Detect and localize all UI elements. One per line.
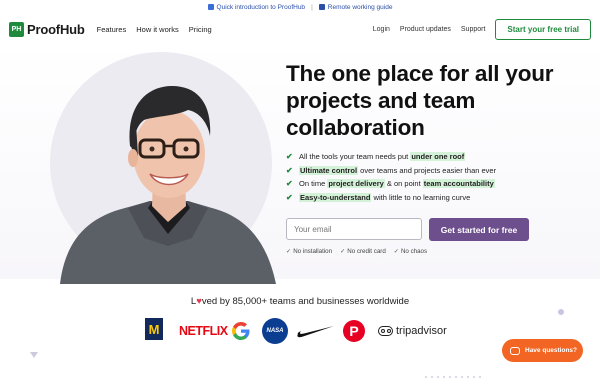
feature-text: Easy-to-understand with little to no lea… [299, 192, 471, 202]
announcement-bar: Quick introduction to ProofHub | Remote … [0, 0, 600, 14]
main-nav: PH ProofHub Features How it works Pricin… [0, 14, 600, 44]
chat-bubble-icon [510, 346, 520, 355]
feature-text: On time project delivery & on point team… [299, 179, 495, 189]
decor-dots [425, 376, 481, 378]
nav-item-pricing[interactable]: Pricing [189, 25, 212, 34]
pencil-icon [207, 4, 214, 10]
feature-text: All the tools your team needs put under … [299, 152, 466, 162]
intro-link-label: Quick introduction to ProofHub [216, 3, 306, 11]
logo-text: ProofHub [27, 21, 85, 37]
start-trial-button[interactable]: Start your free trial [495, 18, 591, 40]
check-icon: ✔ [286, 192, 293, 202]
email-input[interactable] [286, 218, 422, 240]
book-icon [318, 4, 325, 10]
pinterest-logo: P [343, 320, 365, 342]
feature-item: ✔ On time project delivery & on point te… [286, 177, 496, 191]
nav-item-features[interactable]: Features [97, 25, 127, 34]
owl-icon [378, 326, 393, 336]
note-item: ✓ No credit card [340, 248, 386, 255]
decor-triangle [30, 352, 38, 358]
check-icon: ✓ [393, 248, 399, 255]
nav-menu: Features How it works Pricing [97, 25, 212, 34]
separator: | [311, 3, 313, 11]
note-item: ✓ No chaos [393, 248, 428, 255]
remote-guide-label: Remote working guide [327, 3, 393, 11]
chat-widget-button[interactable]: Have questions? [502, 339, 583, 362]
netflix-logo: NETFLIX [179, 324, 228, 338]
note-item: ✓ No installation [286, 248, 333, 255]
check-icon: ✓ [286, 248, 292, 255]
nav-item-product-updates[interactable]: Product updates [400, 26, 451, 33]
check-icon: ✔ [286, 165, 293, 175]
nav-right: Login Product updates Support Start your… [373, 18, 591, 40]
nav-item-login[interactable]: Login [373, 26, 390, 33]
loved-by-text: L♥ved by 85,000+ teams and businesses wo… [190, 296, 410, 307]
signup-notes: ✓ No installation ✓ No credit card ✓ No cha… [286, 248, 427, 255]
decor-dot [558, 309, 564, 315]
hero-person-image [60, 86, 276, 284]
get-started-button[interactable]: Get started for free [429, 218, 529, 241]
nav-item-support[interactable]: Support [461, 26, 486, 33]
intro-link[interactable]: Quick introduction to ProofHub [207, 3, 306, 11]
check-icon: ✔ [286, 179, 293, 189]
nav-item-how-it-works[interactable]: How it works [136, 25, 179, 34]
feature-list: ✔ All the tools your team needs put unde… [286, 150, 496, 204]
feature-item: ✔ All the tools your team needs put unde… [286, 150, 496, 164]
tripadvisor-logo: tripadvisor [378, 318, 447, 344]
umich-logo: M [145, 318, 163, 340]
feature-item: ✔ Ultimate control over teams and projec… [286, 164, 496, 178]
logo[interactable]: PH ProofHub [9, 21, 85, 37]
feature-item: ✔ Easy-to-understand with little to no l… [286, 191, 496, 205]
chat-label: Have questions? [525, 347, 578, 354]
google-logo [230, 318, 252, 344]
check-icon: ✓ [340, 248, 346, 255]
nike-logo [296, 318, 336, 344]
nasa-logo: NASA [262, 318, 288, 344]
logo-badge: PH [9, 21, 24, 37]
check-icon: ✔ [286, 152, 293, 162]
feature-text: Ultimate control over teams and projects… [299, 165, 497, 175]
hero-headline: The one place for all your projects and … [286, 61, 554, 140]
remote-guide-link[interactable]: Remote working guide [318, 3, 393, 11]
